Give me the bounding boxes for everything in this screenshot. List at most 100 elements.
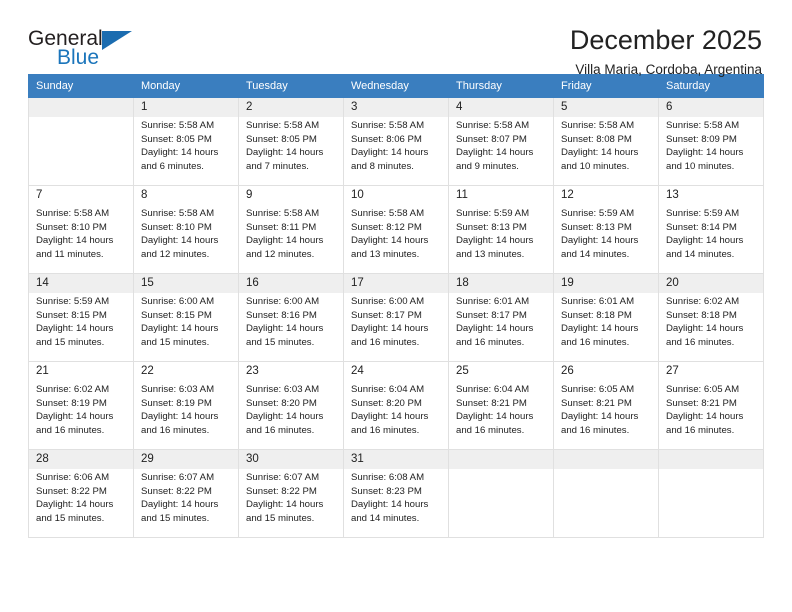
sunrise-text: Sunrise: 5:59 AM <box>666 208 740 220</box>
daylight-text-line1: Daylight: 14 hours <box>36 499 114 511</box>
sunrise-text: Sunrise: 5:59 AM <box>456 208 530 220</box>
sunset-text: Sunset: 8:18 PM <box>561 309 632 321</box>
sunrise-text: Sunrise: 6:01 AM <box>456 296 530 308</box>
sunset-text: Sunset: 8:19 PM <box>141 397 212 409</box>
day-number: 18 <box>449 274 553 294</box>
day-cell[interactable]: 12 Sunrise: 5:59 AM Sunset: 8:13 PM Dayl… <box>553 185 659 274</box>
daylight-text-line2: and 15 minutes. <box>36 513 105 525</box>
day-cell[interactable]: 1 Sunrise: 5:58 AM Sunset: 8:05 PM Dayli… <box>133 97 239 186</box>
day-number: 26 <box>554 362 658 382</box>
day-number: 31 <box>344 450 448 470</box>
day-cell[interactable]: 17 Sunrise: 6:00 AM Sunset: 8:17 PM Dayl… <box>343 273 449 362</box>
daylight-text-line1: Daylight: 14 hours <box>351 411 429 423</box>
daylight-text-line2: and 15 minutes. <box>141 513 210 525</box>
day-cell[interactable]: 3 Sunrise: 5:58 AM Sunset: 8:06 PM Dayli… <box>343 97 449 186</box>
day-details: Sunrise: 6:01 AM Sunset: 8:18 PM Dayligh… <box>554 293 658 349</box>
day-cell[interactable]: 15 Sunrise: 6:00 AM Sunset: 8:15 PM Dayl… <box>133 273 239 362</box>
daylight-text-line1: Daylight: 14 hours <box>666 323 744 335</box>
day-number: 3 <box>344 98 448 118</box>
sunset-text: Sunset: 8:22 PM <box>36 485 107 497</box>
day-cell[interactable]: 8 Sunrise: 5:58 AM Sunset: 8:10 PM Dayli… <box>133 185 239 274</box>
day-cell[interactable]: 18 Sunrise: 6:01 AM Sunset: 8:17 PM Dayl… <box>448 273 554 362</box>
day-details: Sunrise: 5:58 AM Sunset: 8:11 PM Dayligh… <box>239 205 343 261</box>
daylight-text-line2: and 9 minutes. <box>456 161 519 173</box>
sunset-text: Sunset: 8:15 PM <box>36 309 107 321</box>
day-cell[interactable]: 22 Sunrise: 6:03 AM Sunset: 8:19 PM Dayl… <box>133 361 239 450</box>
day-cell[interactable]: 9 Sunrise: 5:58 AM Sunset: 8:11 PM Dayli… <box>238 185 344 274</box>
day-cell[interactable]: 31 Sunrise: 6:08 AM Sunset: 8:23 PM Dayl… <box>343 449 449 538</box>
day-cell[interactable]: 29 Sunrise: 6:07 AM Sunset: 8:22 PM Dayl… <box>133 449 239 538</box>
daylight-text-line1: Daylight: 14 hours <box>351 499 429 511</box>
day-cell[interactable]: 27 Sunrise: 6:05 AM Sunset: 8:21 PM Dayl… <box>658 361 764 450</box>
day-cell[interactable]: 25 Sunrise: 6:04 AM Sunset: 8:21 PM Dayl… <box>448 361 554 450</box>
day-cell[interactable]: 23 Sunrise: 6:03 AM Sunset: 8:20 PM Dayl… <box>238 361 344 450</box>
day-cell[interactable]: 2 Sunrise: 5:58 AM Sunset: 8:05 PM Dayli… <box>238 97 344 186</box>
weekday-header-monday: Monday <box>133 74 239 98</box>
day-cell-empty <box>448 449 554 538</box>
daylight-text-line2: and 16 minutes. <box>456 425 525 437</box>
daylight-text-line1: Daylight: 14 hours <box>141 323 219 335</box>
day-details: Sunrise: 6:02 AM Sunset: 8:18 PM Dayligh… <box>659 293 763 349</box>
daylight-text-line2: and 14 minutes. <box>561 249 630 261</box>
daylight-text-line2: and 14 minutes. <box>351 513 420 525</box>
day-cell[interactable]: 7 Sunrise: 5:58 AM Sunset: 8:10 PM Dayli… <box>28 185 134 274</box>
day-cell[interactable]: 26 Sunrise: 6:05 AM Sunset: 8:21 PM Dayl… <box>553 361 659 450</box>
day-number: 19 <box>554 274 658 294</box>
day-cell[interactable]: 5 Sunrise: 5:58 AM Sunset: 8:08 PM Dayli… <box>553 97 659 186</box>
day-details: Sunrise: 6:01 AM Sunset: 8:17 PM Dayligh… <box>449 293 553 349</box>
sunset-text: Sunset: 8:22 PM <box>141 485 212 497</box>
daylight-text-line2: and 16 minutes. <box>666 425 735 437</box>
page-title: December 2025 <box>569 25 762 55</box>
day-number: 28 <box>29 450 133 470</box>
day-cell[interactable]: 10 Sunrise: 5:58 AM Sunset: 8:12 PM Dayl… <box>343 185 449 274</box>
sunrise-text: Sunrise: 5:58 AM <box>36 208 110 220</box>
day-number: 9 <box>239 186 343 206</box>
daylight-text-line2: and 15 minutes. <box>246 337 315 349</box>
daylight-text-line2: and 16 minutes. <box>246 425 315 437</box>
daylight-text-line1: Daylight: 14 hours <box>456 411 534 423</box>
day-number: 11 <box>449 186 553 206</box>
daylight-text-line2: and 11 minutes. <box>36 249 104 261</box>
day-number: 4 <box>449 98 553 118</box>
day-cell[interactable]: 13 Sunrise: 5:59 AM Sunset: 8:14 PM Dayl… <box>658 185 764 274</box>
day-details: Sunrise: 6:02 AM Sunset: 8:19 PM Dayligh… <box>29 381 133 437</box>
sunrise-text: Sunrise: 6:05 AM <box>666 384 740 396</box>
daylight-text-line1: Daylight: 14 hours <box>561 147 639 159</box>
day-details: Sunrise: 6:06 AM Sunset: 8:22 PM Dayligh… <box>29 469 133 525</box>
sunset-text: Sunset: 8:10 PM <box>141 221 212 233</box>
daylight-text-line1: Daylight: 14 hours <box>246 323 324 335</box>
day-details: Sunrise: 6:05 AM Sunset: 8:21 PM Dayligh… <box>659 381 763 437</box>
general-blue-logo[interactable]: General Blue <box>28 26 146 72</box>
day-details: Sunrise: 5:58 AM Sunset: 8:10 PM Dayligh… <box>134 205 238 261</box>
day-number: 23 <box>239 362 343 382</box>
sunset-text: Sunset: 8:15 PM <box>141 309 212 321</box>
sunset-text: Sunset: 8:05 PM <box>141 133 212 145</box>
sunset-text: Sunset: 8:05 PM <box>246 133 317 145</box>
day-details: Sunrise: 5:59 AM Sunset: 8:14 PM Dayligh… <box>659 205 763 261</box>
day-cell[interactable]: 28 Sunrise: 6:06 AM Sunset: 8:22 PM Dayl… <box>28 449 134 538</box>
day-number: 14 <box>29 274 133 294</box>
day-number: 2 <box>239 98 343 118</box>
day-number: 15 <box>134 274 238 294</box>
day-cell[interactable]: 30 Sunrise: 6:07 AM Sunset: 8:22 PM Dayl… <box>238 449 344 538</box>
calendar-grid: Sunday Monday Tuesday Wednesday Thursday… <box>28 74 764 538</box>
calendar-week-row: 7 Sunrise: 5:58 AM Sunset: 8:10 PM Dayli… <box>28 185 764 274</box>
day-cell[interactable]: 24 Sunrise: 6:04 AM Sunset: 8:20 PM Dayl… <box>343 361 449 450</box>
day-cell[interactable]: 19 Sunrise: 6:01 AM Sunset: 8:18 PM Dayl… <box>553 273 659 362</box>
page-subtitle: Villa Maria, Cordoba, Argentina <box>575 62 762 78</box>
day-cell-empty <box>553 449 659 538</box>
sunrise-text: Sunrise: 5:58 AM <box>246 120 320 132</box>
day-cell[interactable]: 20 Sunrise: 6:02 AM Sunset: 8:18 PM Dayl… <box>658 273 764 362</box>
day-details: Sunrise: 6:07 AM Sunset: 8:22 PM Dayligh… <box>134 469 238 525</box>
sunset-text: Sunset: 8:10 PM <box>36 221 107 233</box>
day-number: 6 <box>659 98 763 118</box>
day-cell[interactable]: 6 Sunrise: 5:58 AM Sunset: 8:09 PM Dayli… <box>658 97 764 186</box>
day-cell[interactable]: 4 Sunrise: 5:58 AM Sunset: 8:07 PM Dayli… <box>448 97 554 186</box>
day-cell[interactable]: 16 Sunrise: 6:00 AM Sunset: 8:16 PM Dayl… <box>238 273 344 362</box>
day-cell[interactable]: 11 Sunrise: 5:59 AM Sunset: 8:13 PM Dayl… <box>448 185 554 274</box>
sunrise-text: Sunrise: 6:04 AM <box>456 384 530 396</box>
sunset-text: Sunset: 8:19 PM <box>36 397 107 409</box>
day-cell[interactable]: 21 Sunrise: 6:02 AM Sunset: 8:19 PM Dayl… <box>28 361 134 450</box>
day-details: Sunrise: 6:03 AM Sunset: 8:20 PM Dayligh… <box>239 381 343 437</box>
day-cell[interactable]: 14 Sunrise: 5:59 AM Sunset: 8:15 PM Dayl… <box>28 273 134 362</box>
